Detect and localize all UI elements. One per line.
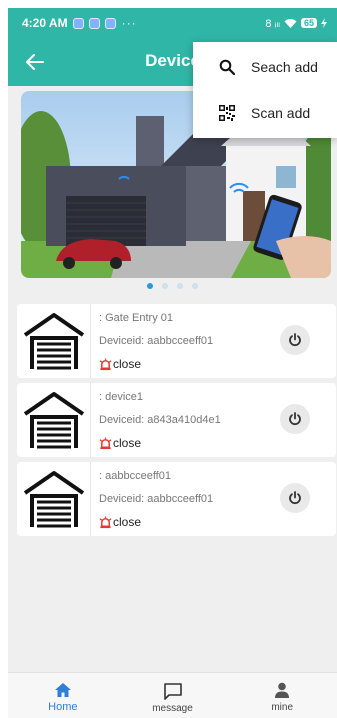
- device-name: : device1: [99, 391, 144, 403]
- device-card[interactable]: : device1 Deviceid: a843a410d4e1 close: [17, 383, 336, 457]
- tab-home[interactable]: Home: [8, 673, 118, 718]
- power-icon: [289, 491, 301, 505]
- alarm-icon: [99, 357, 112, 370]
- power-icon: [289, 333, 301, 347]
- battery-icon: 65: [300, 18, 317, 28]
- tab-message[interactable]: message: [118, 673, 228, 718]
- qr-code-icon: [217, 103, 237, 123]
- app-frame: 4:20 AM ··· 8 ᵢₗₗ 65 Device Seach add Sc…: [8, 8, 337, 718]
- device-status: close: [99, 436, 141, 450]
- garage-door-icon: [17, 462, 91, 536]
- power-button[interactable]: [280, 325, 310, 355]
- status-more-dots: ···: [121, 16, 137, 30]
- device-name: : Gate Entry 01: [99, 312, 173, 324]
- notification-app-icon: [72, 17, 84, 29]
- signal-icon: 8 ᵢₗₗ: [265, 17, 280, 30]
- power-button[interactable]: [280, 404, 310, 434]
- garage-door-icon: [17, 383, 91, 457]
- device-id: Deviceid: a843a410d4e1: [99, 414, 221, 426]
- device-card[interactable]: : Gate Entry 01 Deviceid: aabbcceeff01 c…: [17, 304, 336, 378]
- status-time: 4:20 AM: [22, 16, 68, 30]
- carousel-dot[interactable]: [192, 283, 198, 289]
- status-bar: 4:20 AM ··· 8 ᵢₗₗ 65: [8, 8, 337, 38]
- add-device-menu: Seach add Scan add: [193, 42, 337, 138]
- power-icon: [289, 412, 301, 426]
- carousel-dot-active[interactable]: [147, 283, 153, 289]
- device-name: : aabbcceeff01: [99, 470, 171, 482]
- garage-door-icon: [17, 304, 91, 378]
- device-status: close: [99, 515, 141, 529]
- device-status-label: close: [113, 436, 142, 450]
- person-icon: [275, 682, 290, 698]
- menu-item-search-add[interactable]: Seach add: [193, 46, 337, 88]
- carousel-dot[interactable]: [162, 283, 168, 289]
- notification-app-icon: [104, 17, 116, 29]
- status-right: 8 ᵢₗₗ 65: [265, 17, 327, 30]
- wifi-icon: [284, 18, 297, 28]
- tab-label: message: [152, 703, 193, 714]
- message-icon: [163, 683, 182, 700]
- menu-item-label: Scan add: [251, 105, 311, 121]
- tab-mine[interactable]: mine: [227, 673, 337, 718]
- home-icon: [54, 683, 71, 697]
- menu-item-scan-add[interactable]: Scan add: [193, 92, 337, 134]
- device-card[interactable]: : aabbcceeff01 Deviceid: aabbcceeff01 cl…: [17, 462, 336, 536]
- notification-app-icon: [88, 17, 100, 29]
- device-status-label: close: [113, 515, 142, 529]
- carousel-indicators: [8, 283, 337, 289]
- tab-label: mine: [271, 702, 294, 713]
- alarm-icon: [99, 436, 112, 449]
- carousel-dot[interactable]: [177, 283, 183, 289]
- device-status-label: close: [113, 357, 142, 371]
- bottom-tab-bar: Home message mine: [8, 672, 337, 718]
- device-id: Deviceid: aabbcceeff01: [99, 335, 214, 347]
- device-id: Deviceid: aabbcceeff01: [99, 493, 214, 505]
- search-icon: [217, 57, 237, 77]
- power-button[interactable]: [280, 483, 310, 513]
- tab-label: Home: [48, 701, 78, 713]
- menu-item-label: Seach add: [251, 59, 318, 75]
- alarm-icon: [99, 515, 112, 528]
- charging-icon: [321, 18, 327, 28]
- device-status: close: [99, 357, 141, 371]
- phone-screen: 4:20 AM ··· 8 ᵢₗₗ 65 Device Seach add Sc…: [0, 0, 337, 718]
